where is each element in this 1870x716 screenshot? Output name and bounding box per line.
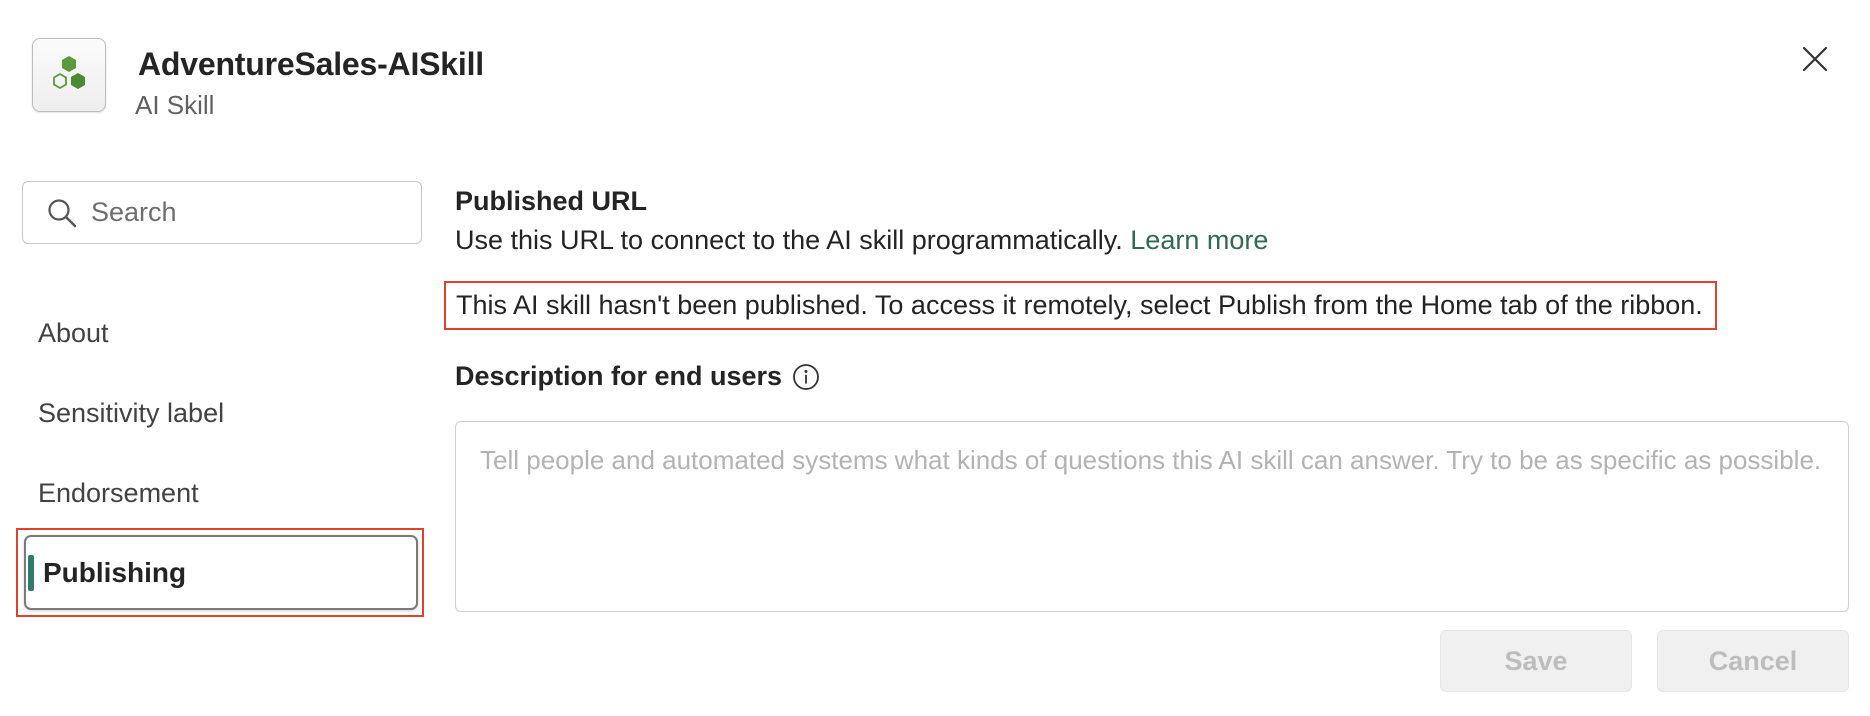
selected-indicator xyxy=(28,555,34,591)
search-box[interactable] xyxy=(22,181,422,244)
item-title: AdventureSales-AISkill xyxy=(138,46,484,82)
search-icon xyxy=(48,198,77,227)
section-title: Published URL xyxy=(455,186,648,216)
learn-more-link[interactable]: Learn more xyxy=(1130,225,1268,255)
hexagon-cluster-icon xyxy=(53,56,85,90)
url-description: Use this URL to connect to the AI skill … xyxy=(455,225,1268,256)
description-label: Description for end users xyxy=(455,361,820,392)
item-type-label: AI Skill xyxy=(135,90,215,120)
warning-text: This AI skill hasn't been published. To … xyxy=(456,290,1703,320)
nav-item-endorsement[interactable]: Endorsement xyxy=(38,478,199,509)
nav-item-sensitivity-label[interactable]: Sensitivity label xyxy=(38,398,224,429)
description-label-text: Description for end users xyxy=(455,361,783,391)
search-input[interactable] xyxy=(91,197,391,228)
nav-item-publishing[interactable]: Publishing xyxy=(24,535,418,610)
info-icon[interactable] xyxy=(792,363,820,391)
description-textarea[interactable] xyxy=(455,421,1849,612)
nav-item-about[interactable]: About xyxy=(38,318,109,349)
cancel-button[interactable]: Cancel xyxy=(1657,630,1849,692)
save-button[interactable]: Save xyxy=(1440,630,1632,692)
app-icon xyxy=(32,38,106,112)
close-button[interactable] xyxy=(1796,40,1834,78)
unpublished-warning: This AI skill hasn't been published. To … xyxy=(444,281,1717,330)
close-icon xyxy=(1802,46,1828,72)
nav-item-label: Publishing xyxy=(43,556,187,588)
url-description-text: Use this URL to connect to the AI skill … xyxy=(455,225,1123,255)
